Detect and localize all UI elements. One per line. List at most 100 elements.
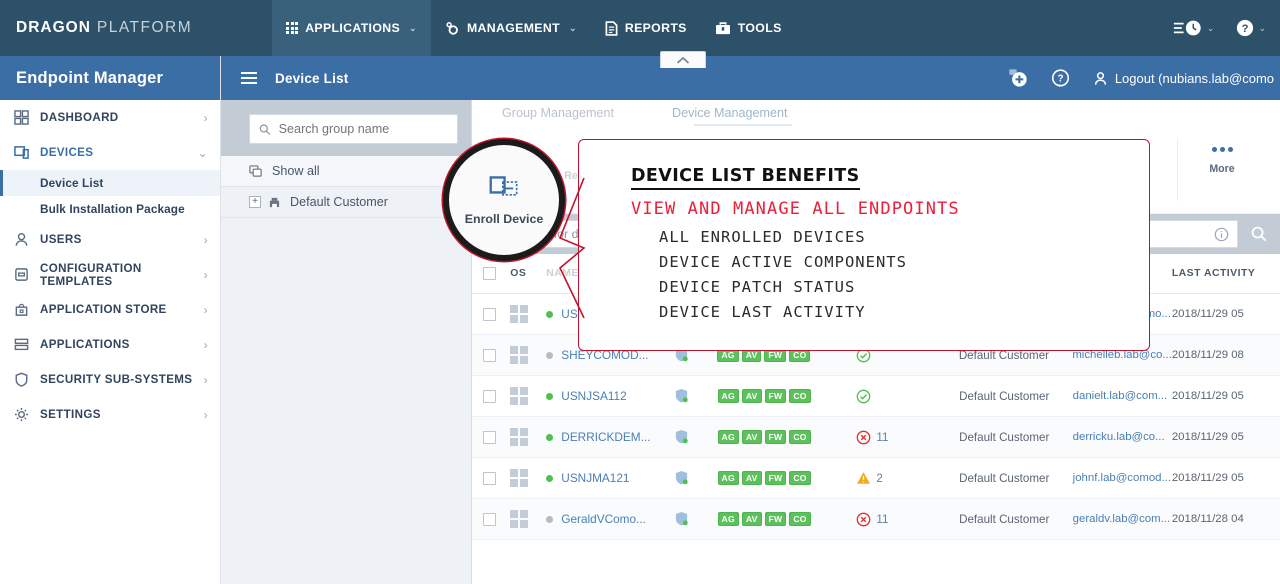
- windows-icon: [510, 387, 529, 405]
- top-nav-management-label: MANAGEMENT: [466, 21, 560, 35]
- sidebar-item-application-store[interactable]: APPLICATION STORE ›: [0, 292, 220, 327]
- online-status-dot: [546, 433, 554, 441]
- top-navigation-bar: DRAGON PLATFORM APPLICATIONS ⌄ MANAGEMEN…: [0, 0, 1280, 56]
- row-owner[interactable]: derricku.lab@co...: [1073, 431, 1172, 443]
- device-name-link[interactable]: USNJSA112: [561, 389, 626, 403]
- tab-group-management[interactable]: Group Management: [502, 106, 614, 120]
- row-customer: Default Customer: [959, 471, 1050, 485]
- component-badge: AV: [741, 470, 762, 486]
- device-search-submit-button[interactable]: [1238, 226, 1280, 242]
- svg-text:?: ?: [1242, 23, 1249, 35]
- chevron-right-icon: ›: [203, 232, 208, 247]
- search-icon: [1251, 226, 1267, 242]
- sidebar-item-security-sub-systems[interactable]: SECURITY SUB-SYSTEMS ›: [0, 362, 220, 397]
- collapse-panel-button[interactable]: [660, 51, 706, 68]
- row-patch-status: 2: [856, 471, 959, 485]
- table-row[interactable]: USNJMA121 AG AV FW CO 2 Default Customer jo…: [472, 458, 1280, 499]
- agent-shield-icon: [676, 470, 688, 485]
- sidebar-item-devices[interactable]: DEVICES ⌄: [0, 135, 220, 170]
- page-header-actions: ? Logout (nubians.lab@como: [1008, 56, 1280, 100]
- help-menu[interactable]: ? ⌄: [1236, 19, 1266, 37]
- chevron-right-icon: ›: [203, 302, 208, 317]
- menu-toggle-icon[interactable]: [241, 71, 257, 85]
- toolbox-icon: [715, 22, 730, 35]
- group-show-all-row[interactable]: Show all: [221, 156, 471, 187]
- table-row[interactable]: USNJSA112 AG AV FW CO Default Customer dani…: [472, 376, 1280, 417]
- device-name-link[interactable]: USNJMA121: [561, 471, 629, 485]
- component-badge: AV: [741, 511, 762, 527]
- left-sidebar: Endpoint Manager DASHBOARD › DEVICES ⌄ D…: [0, 56, 221, 584]
- group-default-customer-label: Default Customer: [290, 195, 388, 209]
- group-search-box[interactable]: [249, 114, 458, 144]
- row-checkbox[interactable]: [472, 430, 506, 444]
- callout-benefit-item: DEVICE LAST ACTIVITY: [659, 303, 866, 322]
- enroll-device-magnifier: Enroll Device: [443, 139, 565, 261]
- online-status-dot: [546, 310, 554, 318]
- expand-node-icon[interactable]: +: [249, 196, 261, 208]
- row-owner[interactable]: johnf.lab@comod...: [1073, 472, 1172, 484]
- row-checkbox[interactable]: [472, 512, 506, 526]
- top-nav-tools[interactable]: TOOLS: [701, 0, 796, 56]
- patch-warning-icon: [857, 472, 871, 484]
- applications-icon: [14, 338, 29, 351]
- row-last-activity: 2018/11/29 05: [1171, 308, 1244, 320]
- component-badge: AG: [717, 388, 739, 404]
- row-owner[interactable]: danielt.lab@com...: [1073, 390, 1172, 402]
- chevron-right-icon: ›: [203, 372, 208, 387]
- row-checkbox[interactable]: [472, 307, 506, 321]
- devices-icon: [14, 146, 29, 159]
- online-status-dot: [546, 474, 554, 482]
- top-nav-applications[interactable]: APPLICATIONS ⌄: [272, 0, 431, 56]
- row-checkbox[interactable]: [472, 471, 506, 485]
- component-badge: FW: [764, 470, 787, 486]
- logout-button[interactable]: Logout (nubians.lab@como: [1093, 71, 1274, 86]
- row-os: [506, 469, 546, 487]
- company-icon: [269, 197, 280, 208]
- row-last-activity: 2018/11/29 05: [1171, 431, 1244, 443]
- sidebar-item-device-list[interactable]: Device List: [0, 170, 220, 196]
- select-all-checkbox[interactable]: [472, 267, 506, 280]
- sidebar-item-dashboard[interactable]: DASHBOARD ›: [0, 100, 220, 135]
- brand-name-light: PLATFORM: [96, 19, 193, 36]
- add-device-icon[interactable]: [1008, 68, 1028, 88]
- sidebar-item-bulk-installation-package[interactable]: Bulk Installation Package: [0, 196, 220, 222]
- device-name-link[interactable]: GeraldVComo...: [561, 512, 646, 526]
- tab-device-management[interactable]: Device Management: [672, 106, 788, 120]
- row-checkbox[interactable]: [472, 348, 506, 362]
- top-nav-reports[interactable]: REPORTS: [591, 0, 701, 56]
- top-nav-reports-label: REPORTS: [624, 21, 687, 35]
- sidebar-item-users-label: USERS: [40, 233, 82, 246]
- row-name-cell: USNJSA112: [546, 389, 674, 403]
- row-os: [506, 428, 546, 446]
- top-nav-management[interactable]: MANAGEMENT ⌄: [431, 0, 591, 56]
- chevron-down-icon: ⌄: [1206, 22, 1215, 33]
- search-info-icon[interactable]: [1214, 227, 1229, 242]
- component-badge: FW: [764, 511, 787, 527]
- group-default-customer-row[interactable]: + Default Customer: [221, 187, 471, 218]
- row-owner[interactable]: geraldv.lab@com...: [1073, 513, 1172, 525]
- svg-text:?: ?: [1057, 73, 1063, 84]
- agent-shield-icon: [676, 388, 688, 403]
- toolbar-more[interactable]: More: [1178, 128, 1266, 214]
- device-name-link[interactable]: DERRICKDEM...: [561, 430, 650, 444]
- row-checkbox[interactable]: [472, 389, 506, 403]
- row-os: [506, 387, 546, 405]
- table-row[interactable]: GeraldVComo... AG AV FW CO 11 Default Custo…: [472, 499, 1280, 540]
- tab-active-underline: [694, 124, 792, 126]
- online-status-dot: [546, 351, 554, 359]
- activity-clock-menu[interactable]: ⌄: [1173, 19, 1215, 37]
- sidebar-item-applications[interactable]: APPLICATIONS ›: [0, 327, 220, 362]
- component-badge: FW: [764, 429, 787, 445]
- row-customer: Default Customer: [959, 430, 1050, 444]
- sidebar-item-settings[interactable]: SETTINGS ›: [0, 397, 220, 432]
- page-title: Device List: [275, 70, 349, 86]
- table-row[interactable]: DERRICKDEM... AG AV FW CO 11 Default Custom…: [472, 417, 1280, 458]
- help-circle-icon[interactable]: ?: [1051, 68, 1070, 88]
- top-bar-right-actions: ⌄ ? ⌄: [1173, 0, 1280, 56]
- component-badge: CO: [789, 429, 811, 445]
- page-header-bar: Device List ? Logout (nubians.lab@como: [221, 56, 1280, 100]
- sidebar-item-configuration-templates[interactable]: CONFIGURATION TEMPLATES ›: [0, 257, 220, 292]
- sidebar-item-settings-label: SETTINGS: [40, 408, 101, 421]
- search-group-input[interactable]: [278, 122, 448, 136]
- sidebar-item-users[interactable]: USERS ›: [0, 222, 220, 257]
